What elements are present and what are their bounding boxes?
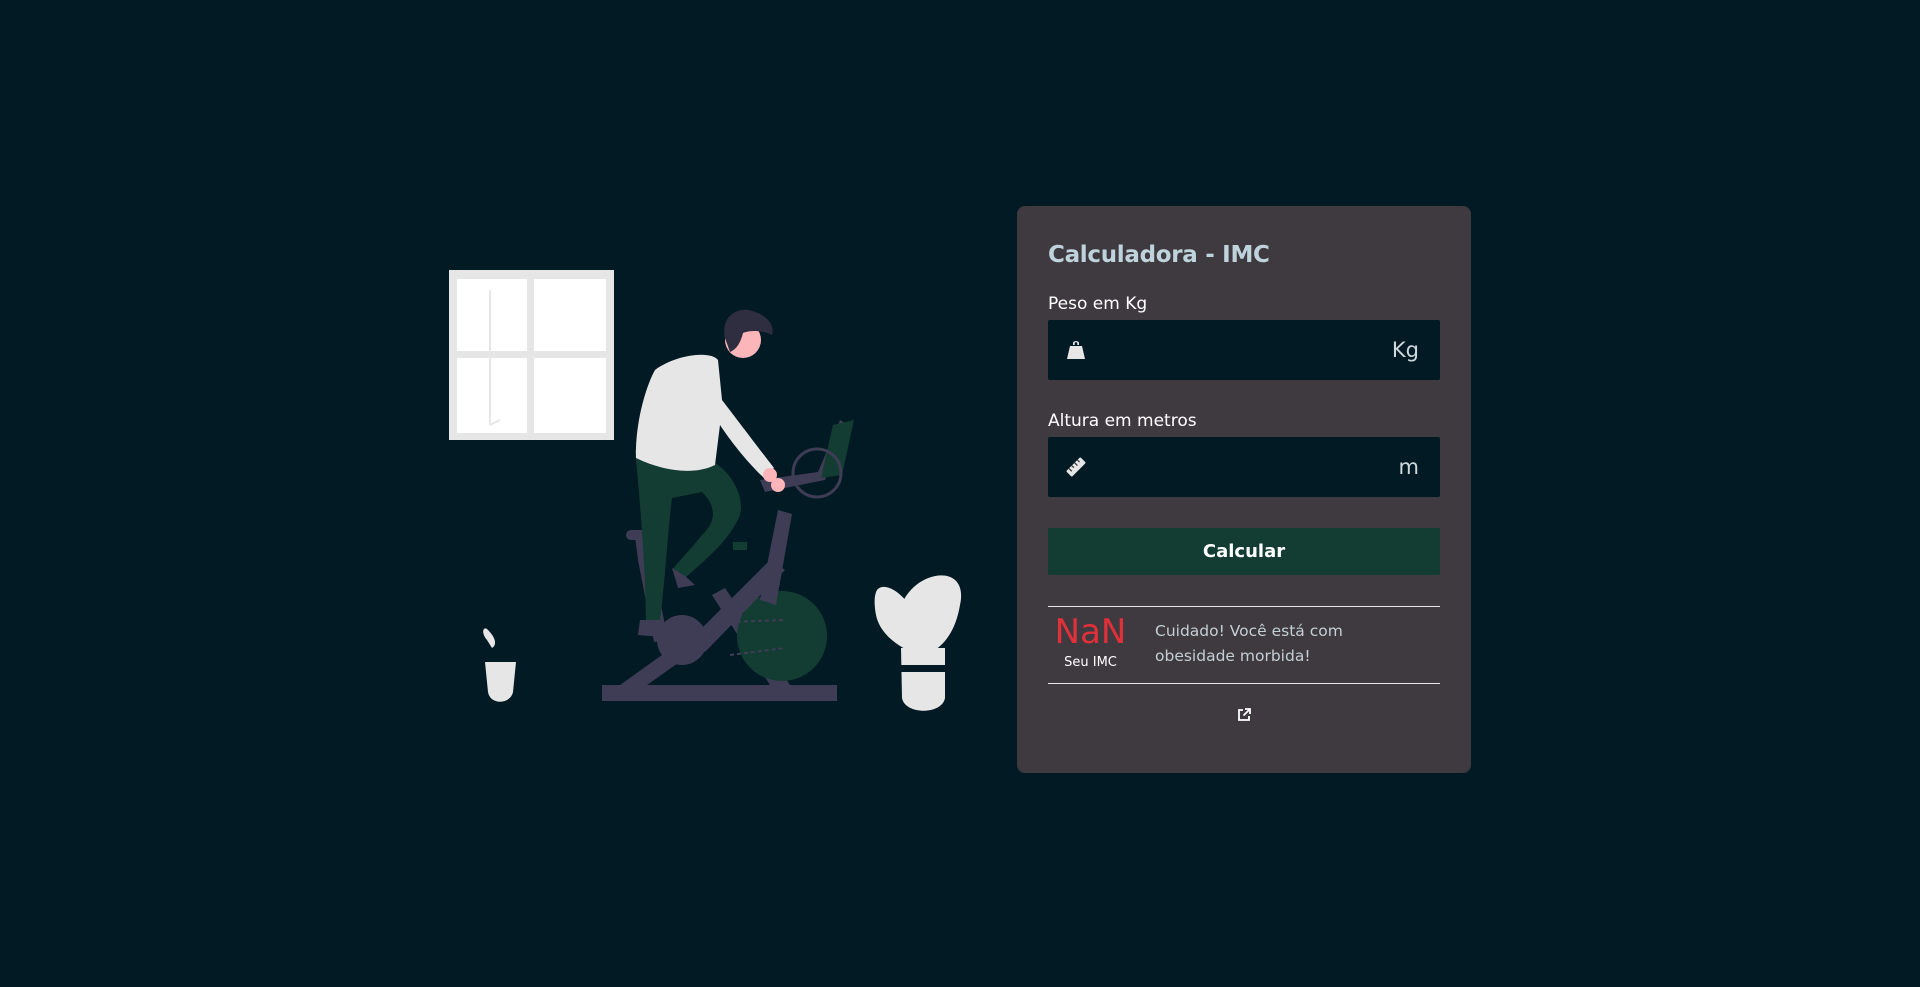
weight-icon <box>1048 339 1104 361</box>
page: Calculadora - IMC Peso em Kg Kg Altura e… <box>0 0 1920 987</box>
page-title: Calculadora - IMC <box>1048 242 1270 268</box>
small-plant-graphic <box>483 628 516 702</box>
result-panel: NaN Seu IMC Cuidado! Você está com obesi… <box>1048 606 1440 684</box>
footer-link-row <box>1048 704 1440 726</box>
height-field[interactable]: m <box>1048 436 1440 498</box>
height-unit: m <box>1398 455 1419 479</box>
bmi-value-label: Seu IMC <box>1064 655 1117 670</box>
weight-unit: Kg <box>1391 338 1419 362</box>
bmi-value-box: NaN Seu IMC <box>1048 613 1133 670</box>
exercise-bike-illustration <box>449 270 962 711</box>
ruler-icon <box>1048 456 1104 478</box>
height-input[interactable] <box>1104 436 1399 498</box>
window-graphic <box>449 270 614 440</box>
bmi-calculator-card: Calculadora - IMC Peso em Kg Kg Altura e… <box>1017 206 1471 773</box>
bmi-value: NaN <box>1054 612 1127 652</box>
height-label: Altura em metros <box>1048 411 1197 431</box>
external-link-icon[interactable] <box>1233 704 1255 726</box>
weight-input[interactable] <box>1104 319 1392 381</box>
calculate-button[interactable]: Calcular <box>1048 528 1440 575</box>
weight-field[interactable]: Kg <box>1048 319 1440 381</box>
large-plant-graphic <box>874 575 962 711</box>
weight-label: Peso em Kg <box>1048 294 1148 314</box>
bmi-message: Cuidado! Você está com obesidade morbida… <box>1155 622 1343 665</box>
